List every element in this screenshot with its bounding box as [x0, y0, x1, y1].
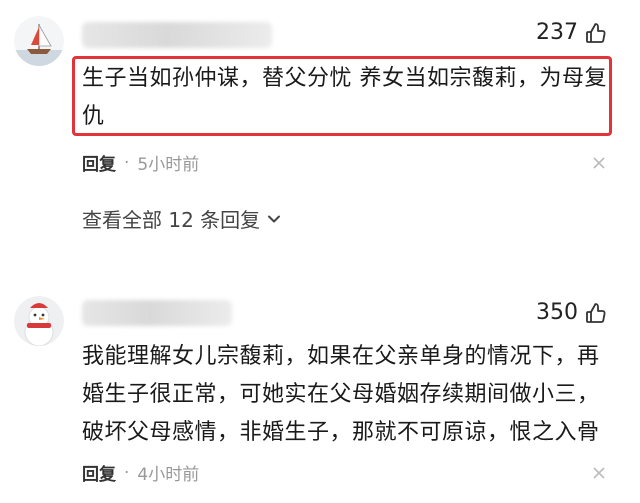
- avatar[interactable]: [14, 16, 64, 66]
- timestamp: 5小时前: [137, 155, 200, 175]
- chevron-down-icon: [268, 215, 281, 222]
- like-count: 350: [536, 300, 578, 325]
- comment-text-line: 仇: [82, 104, 105, 129]
- sailboat-avatar-image: [14, 16, 64, 66]
- comment-meta: 回复 · 4小时前: [82, 460, 200, 486]
- comment-meta: 回复 · 5小时前: [82, 150, 200, 176]
- comment-text: 生子当如孙仲谋，替父分忧 养女当如宗馥莉，为母复 仇: [82, 60, 612, 136]
- view-all-replies-button[interactable]: 查看全部 12 条回复: [82, 204, 282, 233]
- thumbs-up-icon: [586, 302, 606, 323]
- avatar[interactable]: [14, 296, 64, 346]
- snowman-avatar-image: [14, 296, 64, 346]
- comment-text-line: 我能理解女儿宗馥莉，如果在父亲单身的情况下，再: [82, 344, 600, 369]
- comment-item: 237 生子当如孙仲谋，替父分忧 养女当如宗馥莉，为母复 仇 回复 · 5小时前…: [0, 0, 640, 250]
- separator-dot: ·: [124, 462, 130, 483]
- username-blurred: [82, 300, 232, 326]
- like-count: 237: [536, 20, 578, 45]
- comment-text-line: 生子当如孙仲谋，替父分忧 养女当如宗馥莉，为母复: [82, 66, 607, 91]
- like-button[interactable]: 350: [536, 300, 608, 325]
- reply-button[interactable]: 回复: [82, 150, 116, 175]
- close-icon[interactable]: [592, 156, 606, 170]
- username-blurred: [82, 22, 272, 48]
- close-icon[interactable]: [592, 466, 606, 480]
- comment-text-line: 婚生子很正常，可她实在父母婚姻存续期间做小三，: [82, 382, 600, 407]
- comment-item: 350 我能理解女儿宗馥莉，如果在父亲单身的情况下，再 婚生子很正常，可她实在父…: [0, 280, 640, 503]
- view-all-replies-label: 查看全部 12 条回复: [82, 208, 261, 232]
- separator-dot: ·: [124, 152, 130, 173]
- comment-text-line: 破坏父母感情，非婚生子，那就不可原谅，恨之入骨: [82, 420, 600, 445]
- reply-button[interactable]: 回复: [82, 460, 116, 485]
- like-button[interactable]: 237: [536, 20, 608, 45]
- thumbs-up-icon: [586, 22, 606, 43]
- timestamp: 4小时前: [137, 465, 200, 485]
- comment-text: 我能理解女儿宗馥莉，如果在父亲单身的情况下，再 婚生子很正常，可她实在父母婚姻存…: [82, 338, 612, 452]
